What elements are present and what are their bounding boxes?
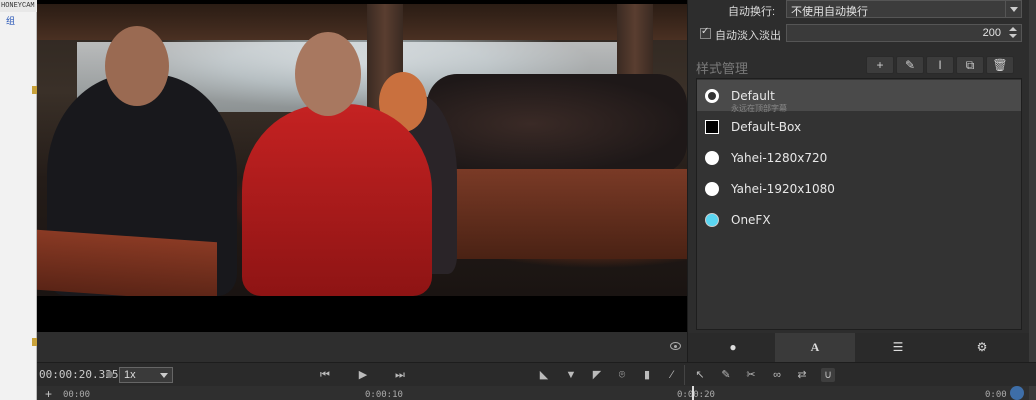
ruler-tick: 0:00:10	[365, 390, 403, 400]
record-indicator-icon	[106, 371, 113, 378]
scene-person-head	[295, 32, 361, 116]
bookmark-icon[interactable]: ▮	[640, 368, 654, 382]
camera-icon[interactable]: ⌾	[615, 368, 629, 382]
spinner-arrows-icon[interactable]	[1007, 26, 1019, 40]
chevron-down-icon[interactable]	[1005, 1, 1021, 17]
copy-style-button[interactable]: ⧉	[956, 56, 984, 74]
skip-forward-icon[interactable]: ⏭	[393, 368, 407, 382]
scene-table	[37, 229, 217, 296]
edit-icon[interactable]: ✎	[719, 368, 733, 382]
scene-crowd	[427, 74, 687, 174]
mark-out-icon[interactable]: ◤	[590, 368, 604, 382]
scene-table	[447, 169, 687, 259]
auto-wrap-label: 自动换行:	[728, 6, 776, 18]
window-edge	[1029, 0, 1036, 400]
fade-checkbox[interactable]	[700, 26, 711, 39]
background-window-label: 组	[6, 16, 16, 26]
edit-style-button[interactable]: ✎	[896, 56, 924, 74]
fade-row: 自动淡入淡出 200	[688, 24, 1030, 44]
style-name: OneFX	[731, 213, 771, 227]
auto-wrap-value: 不使用自动换行	[791, 6, 868, 18]
style-name: Yahei-1280x720	[731, 151, 828, 165]
auto-wrap-row: 自动换行: 不使用自动换行	[688, 0, 1030, 20]
style-name: Yahei-1920x1080	[731, 182, 835, 196]
add-track-icon[interactable]: +	[45, 387, 52, 400]
delete-style-button[interactable]: 🗑	[986, 56, 1014, 74]
fade-checkbox-label: 自动淡入淡出	[715, 30, 781, 42]
fade-duration-spinner[interactable]: 200	[786, 24, 1022, 42]
style-item-default[interactable]: Default 永远在顶部字幕	[697, 80, 1021, 113]
style-item-yahei-1920[interactable]: Yahei-1920x1080	[697, 173, 1021, 204]
text-style-button[interactable]: I	[926, 56, 954, 74]
play-icon[interactable]: ▶	[356, 368, 370, 382]
transport-bar: 00:00:20.325 1x ⏮ ▶ ⏭ ◣ ▼ ◤ ⌾ ▮ ⁄ ↖ ✎ ✂ …	[37, 362, 1036, 386]
magnet-icon[interactable]: ∪	[821, 368, 835, 382]
preview-status-row	[37, 332, 687, 362]
font-icon[interactable]: A	[775, 333, 855, 362]
cursor-icon[interactable]: ↖	[693, 368, 707, 382]
swap-icon[interactable]: ⇄	[795, 368, 809, 382]
background-window: HONEYCAM 组	[0, 0, 38, 400]
style-swatch-icon	[705, 89, 719, 103]
wand-icon[interactable]: ⁄	[665, 368, 679, 382]
video-frame	[37, 4, 687, 296]
panel-tabs: ● A ☰ ⚙	[688, 333, 1030, 362]
toolbar-divider	[684, 365, 685, 385]
add-style-button[interactable]: +	[866, 56, 894, 74]
style-item-yahei-1280[interactable]: Yahei-1280x720	[697, 142, 1021, 173]
scene-person	[242, 104, 432, 296]
ruler-tick: 00:00	[63, 390, 91, 400]
letterbox-bar	[37, 296, 687, 332]
speech-bubble-icon[interactable]: ●	[693, 333, 773, 362]
list-icon[interactable]: ☰	[858, 333, 938, 362]
style-swatch-icon	[705, 151, 719, 165]
scissors-icon[interactable]: ✂	[744, 368, 758, 382]
style-name: Default-Box	[731, 120, 802, 134]
scene-person-head	[105, 26, 169, 106]
playhead[interactable]	[692, 386, 694, 400]
style-manager-title: 样式管理	[696, 61, 749, 76]
ruler-tick: 0:00	[985, 390, 1007, 400]
style-swatch-icon	[705, 182, 719, 196]
eye-icon[interactable]	[670, 342, 681, 350]
auto-wrap-select[interactable]: 不使用自动换行	[786, 0, 1022, 18]
playback-speed-select[interactable]: 1x	[119, 367, 173, 383]
style-swatch-icon	[705, 120, 719, 134]
mark-in-icon[interactable]: ◣	[537, 368, 551, 382]
subtitle-style-panel: 自动换行: 不使用自动换行 自动淡入淡出 200 样式管理 + ✎ I ⧉ 🗑 …	[687, 0, 1030, 362]
video-preview[interactable]	[37, 0, 687, 332]
globe-icon[interactable]	[1010, 386, 1024, 400]
skip-back-icon[interactable]: ⏮	[318, 368, 332, 382]
link-icon[interactable]: ∞	[770, 368, 784, 382]
app-window: HONEYCAM 组 自动换行: 不使用自动换行 ✓ 自动淡入淡出 200 样式…	[0, 0, 1036, 400]
style-item-default-box[interactable]: Default-Box	[697, 111, 1021, 142]
timeline-ruler[interactable]: + 00:00 0:00:10 0:00:20 0:00	[37, 386, 1029, 400]
style-swatch-icon	[705, 213, 719, 227]
background-window-title: HONEYCAM	[0, 0, 37, 12]
style-name: Default	[731, 89, 775, 103]
style-list: Default 永远在顶部字幕 Default-Box Yahei-1280x7…	[696, 78, 1022, 330]
gear-icon[interactable]: ⚙	[942, 333, 1022, 362]
ruler-tick: 0:00:20	[677, 390, 715, 400]
fade-duration-value: 200	[982, 27, 1001, 39]
style-item-onefx[interactable]: OneFX	[697, 204, 1021, 235]
mark-down-icon[interactable]: ▼	[564, 368, 578, 382]
